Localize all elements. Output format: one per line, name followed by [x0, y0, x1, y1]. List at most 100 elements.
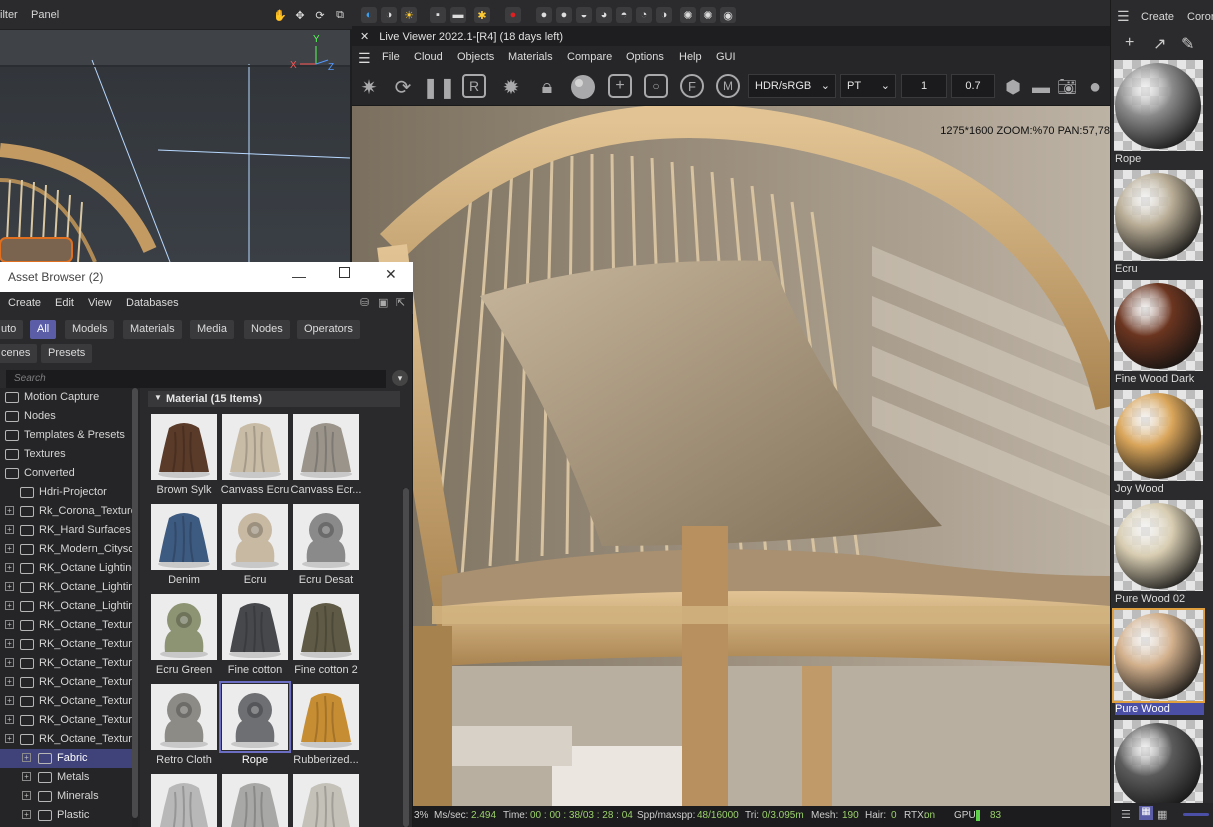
menu-gui[interactable]: GUI [716, 51, 736, 63]
tree-item[interactable]: + Metals [0, 768, 132, 787]
grid-view-icon[interactable]: ▦ [1139, 806, 1153, 820]
expand-icon[interactable]: + [5, 563, 14, 572]
octane-logo-icon[interactable]: ✷ [356, 74, 382, 100]
gear-icon-3[interactable]: ◉ [720, 7, 736, 23]
expand-icon[interactable]: + [5, 601, 14, 610]
tree-item[interactable]: + Minerals [0, 787, 132, 806]
material-thumbnail[interactable]: Ecru [222, 504, 288, 592]
tree-item[interactable]: + RK_Octane_Textures [0, 711, 132, 730]
arrow-icon[interactable]: ↗ [1153, 34, 1166, 54]
tree-item[interactable]: Nodes [0, 407, 132, 426]
expand-icon[interactable]: + [5, 715, 14, 724]
zoom-slider[interactable] [1183, 813, 1209, 816]
ab-menu-view[interactable]: View [88, 297, 112, 309]
menu-objects[interactable]: Objects [457, 51, 494, 63]
filter-media[interactable]: Media [190, 320, 234, 339]
large-view-icon[interactable]: ▦ [1157, 808, 1167, 821]
expand-icon[interactable]: + [22, 772, 31, 781]
shading-icon[interactable]: ◑ [381, 7, 397, 23]
settings-gear-icon[interactable]: ✹ [498, 74, 524, 100]
maximize-icon[interactable] [339, 267, 350, 278]
filter-auto[interactable]: uto [0, 320, 24, 339]
mat-menu-corona[interactable]: Coron [1187, 11, 1213, 23]
film-icon[interactable]: ▬ [1028, 74, 1054, 100]
tree-item[interactable]: + Plastic [0, 806, 132, 825]
value-field-1[interactable]: 1 [901, 74, 947, 98]
expand-icon[interactable]: + [22, 791, 31, 800]
menu-panel[interactable]: Panel [31, 9, 59, 21]
material-swatch[interactable]: Ecru [1114, 170, 1203, 278]
tree-item[interactable]: + RK_Octane_Textures [0, 635, 132, 654]
expand-icon[interactable]: + [5, 582, 14, 591]
filter-all[interactable]: All [30, 320, 57, 339]
tree-item[interactable]: + RK_Octane Lighting [0, 559, 132, 578]
sphere-material-icon-3[interactable]: ◒ [576, 7, 592, 23]
color-space-select[interactable]: HDR/sRGB ⌄ [748, 74, 836, 98]
menu-cloud[interactable]: Cloud [414, 51, 443, 63]
expand-icon[interactable]: + [5, 677, 14, 686]
tree-item[interactable]: + RK_Octane_Textures [0, 616, 132, 635]
editor-viewport[interactable]: Y X Z [0, 30, 350, 262]
clay-mode-icon[interactable]: ○ [644, 74, 668, 98]
expand-icon[interactable]: + [22, 810, 31, 819]
material-thumbnail[interactable]: Canvass Ecru [221, 414, 289, 502]
material-thumbnail[interactable]: Rubberized... [293, 684, 359, 772]
material-thumbnail[interactable]: Fine cotton 2 [293, 594, 359, 682]
close-icon[interactable]: ✕ [360, 31, 369, 43]
pause-render-icon[interactable]: ❚❚ [422, 74, 456, 100]
material-thumbnail[interactable]: Ecru Desat [293, 504, 359, 592]
add-icon[interactable]: + [1125, 34, 1134, 52]
material-swatch[interactable]: Joy Wood [1114, 390, 1203, 498]
list-view-icon[interactable]: ☰ [1121, 808, 1131, 821]
expand-icon[interactable]: + [22, 753, 31, 762]
material-swatch[interactable]: Pure Wood [1112, 608, 1205, 718]
light-icon[interactable]: ☀ [401, 7, 417, 23]
material-picker-icon[interactable]: M [716, 74, 740, 98]
value-field-2[interactable]: 0.7 [951, 74, 995, 98]
material-thumbnail[interactable]: Ecru Green [151, 594, 217, 682]
material-thumbnail[interactable]: Retro Cloth [151, 684, 217, 772]
tree-scroll-thumb[interactable] [132, 388, 138, 818]
tree-item[interactable]: + Fabric [0, 749, 132, 768]
sphere-material-icon-5[interactable]: ◓ [616, 7, 632, 23]
tree-item[interactable]: + RK_Modern_Cityscape [0, 540, 132, 559]
grid-scrollbar[interactable] [403, 488, 409, 827]
hexagon-icon[interactable]: ⬢ [1000, 74, 1026, 100]
filter-scenes[interactable]: cenes [0, 344, 38, 363]
material-thumbnail[interactable]: Denim [151, 504, 217, 592]
menu-help[interactable]: Help [679, 51, 702, 63]
expand-icon[interactable]: + [5, 525, 14, 534]
tree-item[interactable]: + RK_Octane_Lighting [0, 597, 132, 616]
database-icon[interactable]: ⛁ [360, 296, 369, 309]
camera-icon[interactable]: 📷︎ [1054, 74, 1080, 100]
material-ball-icon[interactable] [570, 74, 596, 100]
hamburger-icon[interactable]: ☰ [358, 50, 371, 67]
menu-options[interactable]: Options [626, 51, 664, 63]
expand-icon[interactable]: + [5, 696, 14, 705]
rotate-view-icon[interactable]: ⟳ [312, 7, 328, 23]
expand-icon[interactable]: + [5, 734, 14, 743]
sphere-material-icon-2[interactable]: ● [556, 7, 572, 23]
collapse-arrow-icon[interactable]: ▼ [154, 393, 162, 402]
material-swatch[interactable]: Rope [1114, 60, 1203, 168]
render-view[interactable]: 1275*1600 ZOOM:%70 PAN:57,78 [352, 106, 1110, 806]
tree-item[interactable]: + RK_Octane_Textures [0, 673, 132, 692]
filter-materials[interactable]: Materials [123, 320, 182, 339]
search-options-icon[interactable]: ▾ [392, 370, 408, 386]
tree-item[interactable]: + RK_Octane_Textures [0, 730, 132, 749]
material-swatch[interactable]: Pure Wood 02 [1114, 500, 1203, 608]
tree-item[interactable]: Hdri-Projector [0, 483, 132, 502]
display-mode-icon[interactable]: ◐ [361, 7, 377, 23]
close-icon[interactable]: ✕ [385, 266, 397, 283]
material-thumbnail[interactable]: Brown Sylk [151, 414, 217, 502]
material-thumbnail[interactable]: Canvass Ecr... [291, 414, 361, 502]
filter-nodes[interactable]: Nodes [244, 320, 290, 339]
sphere-material-icon-1[interactable]: ● [536, 7, 552, 23]
material-thumbnail[interactable] [222, 774, 288, 827]
focus-picker-icon[interactable]: F [680, 74, 704, 98]
ab-menu-create[interactable]: Create [8, 297, 41, 309]
maximize-view-icon[interactable]: ⧉ [332, 7, 348, 23]
ab-menu-edit[interactable]: Edit [55, 297, 74, 309]
render-settings-icon[interactable]: ✱ [474, 7, 490, 23]
material-thumbnail[interactable]: Rope [219, 681, 291, 772]
